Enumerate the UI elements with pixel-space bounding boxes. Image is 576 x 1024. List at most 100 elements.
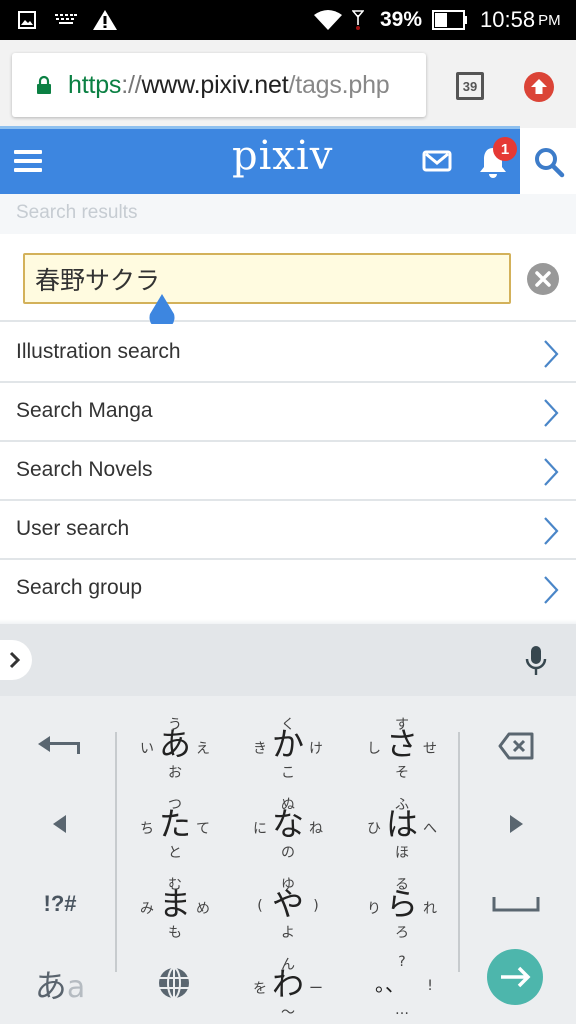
kana-flick-label: を	[253, 981, 267, 997]
search-option-manga[interactable]: Search Manga	[0, 383, 576, 442]
kana-flick-label: ね	[309, 821, 323, 837]
triangle-right-icon	[510, 815, 523, 833]
search-icon[interactable]	[533, 146, 565, 178]
kana-flick-label: こ	[281, 765, 295, 781]
chevron-right-icon	[544, 340, 559, 368]
microphone-icon[interactable]	[524, 644, 548, 678]
clock-ampm: PM	[538, 11, 561, 29]
chevron-right-icon	[544, 399, 559, 427]
lock-icon	[36, 75, 52, 95]
url-text: https://www.pixiv.net/tags.php	[68, 70, 390, 99]
search-results-heading: Search results	[0, 194, 576, 234]
address-bar[interactable]: https://www.pixiv.net/tags.php	[12, 53, 426, 117]
backspace-key[interactable]	[466, 706, 566, 786]
kana-flick-label: し	[367, 741, 381, 757]
kana-flick-label: え	[196, 741, 210, 757]
globe-icon	[159, 967, 189, 999]
kana-flick-label: ー	[309, 981, 323, 997]
punctuation-key[interactable]: ? 。、 ! …	[344, 944, 456, 1024]
kana-flick-label: け	[309, 741, 323, 757]
kana-key-ya[interactable]: ゆ(や) よ	[230, 864, 342, 944]
search-results-label: Search results	[16, 202, 138, 223]
search-option-illustration[interactable]: Illustration search	[0, 324, 576, 383]
search-type-list: Illustration search Search Manga Search …	[0, 324, 576, 619]
keyboard-icon	[54, 0, 78, 40]
kana-flick-label: ほ	[395, 845, 409, 861]
undo-key[interactable]	[10, 706, 110, 786]
search-option-group[interactable]: Search group	[0, 560, 576, 619]
chevron-right-icon	[544, 517, 559, 545]
kana-flick-label: に	[253, 821, 267, 837]
pixiv-header: pixiv	[0, 129, 576, 194]
expand-suggestions-button[interactable]	[0, 640, 32, 680]
search-option-novels[interactable]: Search Novels	[0, 442, 576, 501]
kana-flick-label: …	[395, 1002, 409, 1018]
clear-search-button[interactable]	[527, 263, 559, 295]
enter-key[interactable]	[487, 949, 543, 1005]
notification-badge: 1	[493, 137, 517, 161]
warning-icon	[92, 0, 118, 40]
chevron-right-icon	[9, 651, 21, 669]
browser-toolbar: https://www.pixiv.net/tags.php 39	[0, 40, 576, 128]
kana-flick-label: ひ	[367, 821, 381, 837]
kana-main-label: さ	[385, 725, 418, 763]
battery-percent: 39%	[380, 8, 423, 31]
space-icon	[492, 897, 540, 912]
input-mode-key[interactable]: あa	[10, 944, 110, 1024]
kana-flick-label: い	[140, 741, 154, 757]
kana-main-label: 。、	[375, 972, 405, 996]
battery-icon	[432, 0, 468, 40]
kana-key-wa[interactable]: んをわー〜	[230, 944, 342, 1024]
kana-main-label: あ	[158, 725, 191, 763]
menu-icon[interactable]	[14, 150, 42, 172]
kana-flick-label: れ	[423, 901, 437, 917]
mail-icon[interactable]	[422, 150, 452, 172]
tab-switcher-button[interactable]: 39	[456, 72, 484, 100]
wifi-icon	[313, 0, 343, 40]
kana-flick-label: お	[168, 765, 182, 781]
kana-main-label: ら	[385, 885, 418, 923]
kana-flick-label: の	[281, 845, 295, 861]
kana-key-na[interactable]: ぬになねの	[230, 784, 342, 864]
language-key[interactable]	[117, 944, 229, 1024]
kana-key-ta[interactable]: つちたてと	[117, 784, 229, 864]
pixiv-logo[interactable]: pixiv	[232, 133, 333, 179]
undo-arrow-icon	[38, 736, 80, 754]
kana-key-ka[interactable]: くきかけこ	[230, 704, 342, 784]
kana-flick-label: ち	[140, 821, 154, 837]
chrome-update-button[interactable]	[524, 72, 554, 102]
kana-key-ma[interactable]: むみまめも	[117, 864, 229, 944]
kana-flick-label: り	[367, 901, 381, 917]
japanese-flick-keyboard: !?# あa ういあえお くきかけこ すしさせそ つちたてと ぬになねの ふひは…	[0, 696, 576, 1024]
symbols-key[interactable]: !?#	[10, 864, 110, 944]
kana-main-label: か	[271, 725, 304, 763]
chevron-right-icon	[544, 458, 559, 486]
triangle-left-icon	[53, 815, 66, 833]
kana-flick-label: )	[313, 898, 319, 914]
cursor-left-key[interactable]	[10, 784, 110, 864]
status-bar: 39% 10:58 PM	[0, 0, 576, 40]
kana-flick-label: も	[168, 925, 182, 941]
kana-key-ra[interactable]: るりられろ	[344, 864, 456, 944]
kana-flick-label: (	[257, 898, 263, 914]
kana-flick-label: 〜	[281, 1005, 295, 1021]
cursor-right-key[interactable]	[466, 784, 566, 864]
kana-flick-label: と	[168, 845, 182, 861]
kana-main-label: は	[385, 805, 418, 843]
backspace-icon	[498, 732, 534, 760]
kana-flick-label: へ	[423, 821, 437, 837]
kana-key-ha[interactable]: ふひはへほ	[344, 784, 456, 864]
search-input[interactable]: 春野サクラ	[23, 253, 511, 304]
chevron-right-icon	[544, 576, 559, 604]
kana-main-label: わ	[271, 965, 304, 1003]
kana-flick-label: !	[427, 978, 433, 994]
signal-icon	[352, 0, 364, 40]
kana-flick-label: よ	[281, 925, 295, 941]
space-key[interactable]	[466, 864, 566, 944]
search-option-user[interactable]: User search	[0, 501, 576, 560]
kana-flick-label: め	[196, 901, 210, 917]
search-input-row: 春野サクラ	[0, 234, 576, 322]
kana-key-a[interactable]: ういあえお	[117, 704, 229, 784]
kana-flick-label: せ	[423, 741, 437, 757]
kana-key-sa[interactable]: すしさせそ	[344, 704, 456, 784]
